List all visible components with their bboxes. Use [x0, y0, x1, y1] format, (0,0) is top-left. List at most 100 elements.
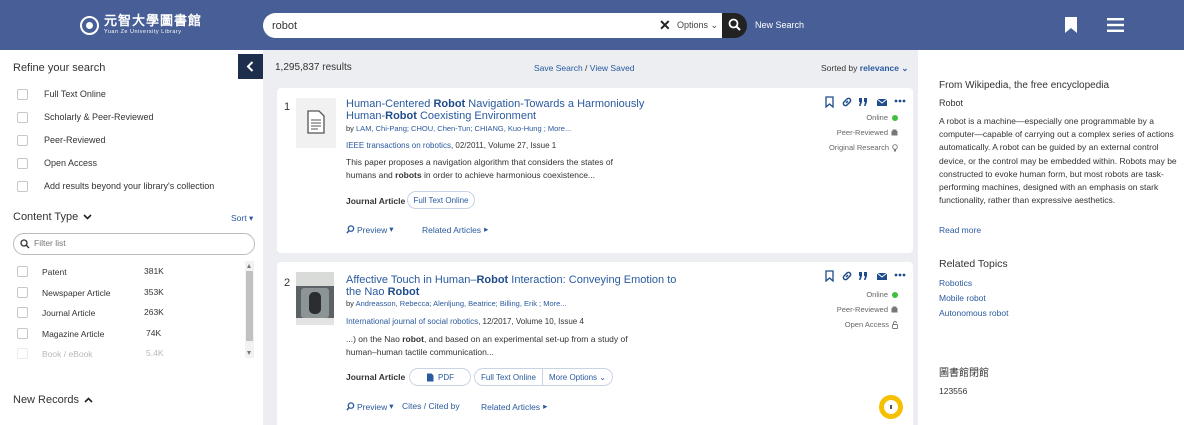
- title-highlight: Robot: [385, 110, 417, 122]
- pdf-label: PDF: [438, 372, 454, 382]
- filter-full-text-online[interactable]: Full Text Online: [17, 88, 106, 100]
- bookmark-icon: [1065, 17, 1077, 33]
- content-type-sort[interactable]: Sort ▾: [231, 213, 253, 224]
- scrollbar-thumb[interactable]: [246, 271, 253, 341]
- filter-peer-reviewed[interactable]: Peer-Reviewed: [17, 134, 106, 146]
- filter-scholarly-peer-reviewed[interactable]: Scholarly & Peer-Reviewed: [17, 111, 154, 123]
- more-options-icon[interactable]: [894, 270, 906, 282]
- filter-checkbox[interactable]: [17, 287, 28, 298]
- authors-link[interactable]: Andreasson, Rebecca; Alenljung, Beatrice…: [356, 299, 567, 308]
- status-label: Open Access: [844, 320, 889, 329]
- view-saved-link[interactable]: View Saved: [590, 63, 635, 73]
- filter-checkbox[interactable]: [17, 88, 28, 100]
- result-title-link[interactable]: Human-Centered Robot Navigation-Towards …: [346, 98, 686, 122]
- filter-checkbox[interactable]: [17, 111, 28, 123]
- new-records-toggle[interactable]: New Records: [13, 394, 93, 406]
- search-input[interactable]: [272, 19, 652, 32]
- filter-checkbox[interactable]: [17, 157, 28, 169]
- email-icon[interactable]: [876, 96, 888, 108]
- main-menu-button[interactable]: [1107, 18, 1124, 34]
- result-cover-image[interactable]: [296, 272, 334, 325]
- filter-checkbox[interactable]: [17, 348, 28, 359]
- lightbulb-icon: [892, 143, 898, 151]
- cites-cited-by-link[interactable]: Cites / Cited by: [402, 401, 460, 411]
- saved-items-button[interactable]: [1065, 17, 1077, 35]
- email-icon[interactable]: [876, 270, 888, 282]
- content-type-label: Newspaper Article: [42, 288, 111, 298]
- read-more-link[interactable]: Read more: [939, 225, 981, 235]
- save-search-links: Save Search / View Saved: [534, 63, 635, 73]
- cite-quote-icon[interactable]: [858, 270, 869, 282]
- sort-control[interactable]: Sorted by relevance ⌄: [821, 63, 909, 74]
- more-options-dropdown[interactable]: More Options ⌄: [542, 369, 612, 385]
- content-type-scrollbar[interactable]: [245, 261, 254, 358]
- refine-title: Refine your search: [13, 62, 106, 74]
- related-articles-link[interactable]: Related Articles ▸: [422, 224, 488, 235]
- full-text-online-button[interactable]: Full Text Online: [475, 369, 542, 385]
- result-snippet: This paper proposes a navigation algorit…: [346, 156, 636, 181]
- filter-checkbox[interactable]: [17, 134, 28, 146]
- more-options-icon[interactable]: [894, 96, 906, 108]
- authors-link[interactable]: LAM, Chi-Pang; CHOU, Chen-Tun; CHIANG, K…: [356, 124, 571, 133]
- preview-label: Preview: [357, 224, 388, 235]
- filter-checkbox[interactable]: [17, 180, 28, 192]
- filter-open-access[interactable]: Open Access: [17, 157, 97, 169]
- status-label: Peer-Reviewed: [836, 128, 888, 137]
- search-icon: [346, 225, 355, 234]
- source-detail: , 02/2011, Volume 27, Issue 1: [450, 141, 557, 150]
- content-type-magazine[interactable]: Magazine Article 74K: [17, 328, 167, 340]
- online-dot-icon: [892, 291, 898, 298]
- scroll-up-arrow-icon[interactable]: [247, 264, 251, 268]
- sorted-by-label: Sorted by: [821, 63, 858, 73]
- library-logo[interactable]: 元智大學圖書館 Yuan Ze University Library: [80, 14, 202, 36]
- related-topic-link[interactable]: Mobile robot: [939, 293, 986, 303]
- source-link[interactable]: International journal of social robotics: [346, 317, 478, 326]
- options-dropdown[interactable]: Options ⌄: [677, 20, 718, 31]
- wiki-summary: A robot is a machine—especially one prog…: [939, 116, 1177, 206]
- source-detail: , 12/2017, Volume 10, Issue 4: [478, 317, 584, 326]
- clear-search-icon[interactable]: ✕: [659, 18, 671, 32]
- related-topic-link[interactable]: Autonomous robot: [939, 308, 1008, 318]
- content-type-book[interactable]: Book / eBook 5.4K: [17, 348, 167, 360]
- chevron-down-icon: [83, 214, 92, 220]
- content-type-newspaper[interactable]: Newspaper Article 353K: [17, 287, 167, 299]
- link-icon[interactable]: [841, 96, 853, 108]
- content-type-patent[interactable]: Patent 381K: [17, 266, 167, 278]
- status-original-research: Original Research: [829, 143, 898, 152]
- refine-sidebar: Refine your search Full Text Online Scho…: [0, 50, 263, 425]
- result-actions: [825, 96, 907, 108]
- caret-down-icon: ▾: [389, 401, 394, 411]
- search-button[interactable]: [722, 13, 747, 38]
- source-link[interactable]: IEEE transactions on robotics: [346, 141, 451, 150]
- new-search-link[interactable]: New Search: [755, 20, 804, 30]
- help-chat-button[interactable]: [879, 395, 903, 419]
- related-articles-link[interactable]: Related Articles ▸: [481, 401, 547, 412]
- filter-list-input[interactable]: [34, 238, 234, 248]
- result-title-link[interactable]: Affective Touch in Human–Robot Interacti…: [346, 274, 686, 298]
- link-icon[interactable]: [841, 270, 853, 282]
- preview-link[interactable]: Preview ▾: [346, 401, 394, 412]
- collapse-sidebar-button[interactable]: [238, 54, 263, 79]
- bookmark-icon[interactable]: [825, 96, 834, 108]
- bookmark-icon[interactable]: [825, 270, 834, 282]
- related-topic-link[interactable]: Robotics: [939, 278, 972, 288]
- content-type-label: Patent: [42, 267, 67, 277]
- filter-beyond-collection[interactable]: Add results beyond your library's collec…: [17, 180, 214, 192]
- result-source: IEEE transactions on robotics, 02/2011, …: [346, 141, 556, 150]
- logo-chinese-text: 元智大學圖書館: [104, 13, 203, 29]
- content-type-toggle[interactable]: Content Type: [13, 211, 92, 223]
- full-text-online-button[interactable]: Full Text Online: [407, 191, 475, 209]
- related-topics-title: Related Topics: [939, 258, 1008, 270]
- link-separator: /: [585, 63, 588, 73]
- document-type: Journal Article: [346, 196, 406, 206]
- pdf-button[interactable]: PDF: [409, 368, 471, 386]
- scroll-down-arrow-icon[interactable]: [247, 351, 251, 355]
- filter-checkbox[interactable]: [17, 328, 28, 339]
- cite-quote-icon[interactable]: [858, 96, 869, 108]
- content-type-journal[interactable]: Journal Article 263K: [17, 307, 167, 319]
- document-thumbnail[interactable]: [296, 98, 336, 148]
- filter-checkbox[interactable]: [17, 307, 28, 318]
- preview-link[interactable]: Preview ▾: [346, 224, 394, 235]
- filter-checkbox[interactable]: [17, 266, 28, 277]
- save-search-link[interactable]: Save Search: [534, 63, 583, 73]
